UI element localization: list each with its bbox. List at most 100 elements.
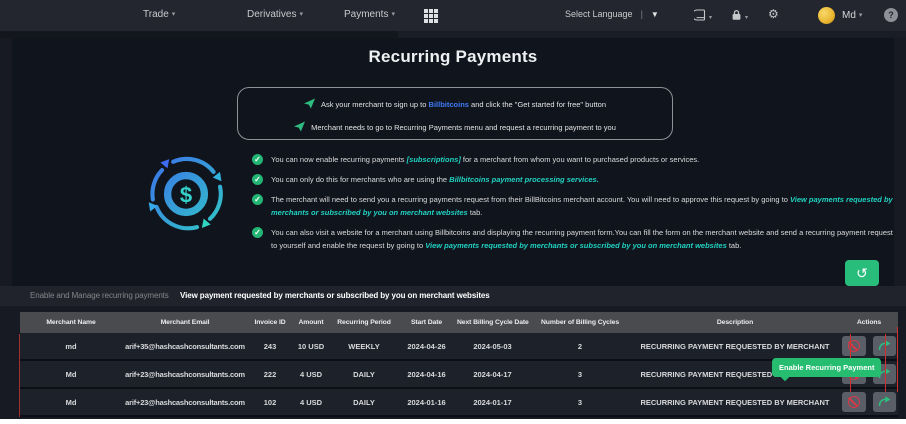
app-root: Trade ▾ Derivatives ▾ Payments ▾ Select Lan… — [0, 0, 906, 419]
col-recurring-period: Recurring Period — [330, 312, 398, 333]
cell-actions — [840, 333, 898, 361]
cell-start-date: 2024-04-16 — [398, 360, 455, 389]
tab-view-requested[interactable]: View payment requested by merchants or s… — [180, 291, 490, 300]
cell-next-billing-cycle-date: 2024-05-03 — [455, 333, 530, 361]
tab-enable-manage[interactable]: Enable and Manage recurring payments — [30, 291, 169, 300]
cell-number-of-billing-cycles: 3 — [530, 388, 630, 417]
cell-amount: 4 USD — [292, 360, 330, 389]
nav-item-label: Payments — [344, 9, 389, 20]
language-label: Select Language — [565, 9, 633, 19]
top-navbar: Trade ▾ Derivatives ▾ Payments ▾ Select Lan… — [0, 0, 906, 31]
bullet-item: ✓ You can now enable recurring payments … — [252, 153, 900, 166]
forward-arrow-icon — [878, 395, 891, 410]
cell-start-date: 2024-04-26 — [398, 333, 455, 361]
nav-item-trade[interactable]: Trade ▾ — [143, 9, 175, 20]
nav-item-label: Derivatives — [247, 9, 297, 20]
enable-recurring-tooltip: Enable Recurring Payment — [772, 358, 882, 382]
language-selector[interactable]: Select Language | ▼ — [565, 9, 659, 19]
security-menu-button[interactable]: ▾ — [731, 8, 748, 26]
cell-invoice-id: 222 — [248, 360, 292, 389]
svg-text:$: $ — [180, 182, 192, 207]
recurring-payments-panel: Recurring Payments Ask your merchant to … — [12, 38, 894, 286]
cell-invoice-id: 243 — [248, 333, 292, 361]
table-row: Md arif+23@hashcashconsultants.com 102 4… — [20, 388, 898, 417]
check-circle-icon: ✓ — [252, 154, 263, 165]
cell-merchant-name: Md — [20, 388, 122, 417]
red-artifact-line — [19, 334, 20, 417]
bullet-text: You can now enable recurring payments [s… — [271, 155, 700, 164]
cell-amount: 4 USD — [292, 388, 330, 417]
nav-item-label: Trade — [143, 9, 169, 20]
instruction-line: Ask your merchant to sign up to Billbitc… — [238, 98, 672, 111]
help-icon[interactable]: ? — [884, 8, 898, 22]
col-start-date: Start Date — [398, 312, 455, 333]
settings-gear-icon[interactable]: ⚙ — [768, 7, 779, 21]
instruction-line: Merchant needs to go to Recurring Paymen… — [238, 121, 672, 134]
bullet-text: You can only do this for merchants who a… — [271, 175, 599, 184]
no-entry-icon — [847, 396, 860, 408]
enable-recurring-button[interactable] — [872, 392, 896, 412]
tab-bar: Enable and Manage recurring payments Vie… — [0, 286, 906, 306]
table-header-row: Merchant Name Merchant Email Invoice ID … — [20, 312, 898, 333]
billbitcoins-link[interactable]: Billbitcoins — [429, 100, 469, 109]
send-plane-icon — [294, 121, 306, 134]
col-actions: Actions — [840, 312, 898, 333]
recurring-payments-table: Merchant Name Merchant Email Invoice ID … — [20, 312, 898, 417]
user-menu[interactable]: Md ▾ — [842, 10, 862, 21]
orders-menu-button[interactable]: ▾ — [691, 8, 712, 26]
cancel-recurring-button[interactable] — [842, 336, 866, 356]
chevron-down-icon: ▾ — [391, 11, 395, 18]
book-icon — [691, 8, 706, 26]
cell-merchant-name: Md — [20, 360, 122, 389]
chevron-down-icon: ▾ — [858, 12, 863, 19]
red-artifact-line — [885, 334, 886, 392]
user-name: Md — [842, 10, 856, 21]
divider: | — [640, 9, 643, 19]
lock-icon — [731, 8, 742, 26]
cell-recurring-period: WEEKLY — [330, 333, 398, 361]
cell-next-billing-cycle-date: 2024-04-17 — [455, 360, 530, 389]
history-refresh-button[interactable]: ↺ — [845, 260, 879, 286]
cell-amount: 10 USD — [292, 333, 330, 361]
chevron-down-icon: ▾ — [745, 14, 749, 21]
cell-next-billing-cycle-date: 2024-01-17 — [455, 388, 530, 417]
col-description: Description — [630, 312, 840, 333]
bullet-item: ✓ You can only do this for merchants who… — [252, 173, 900, 186]
cell-number-of-billing-cycles: 3 — [530, 360, 630, 389]
history-icon: ↺ — [856, 264, 868, 281]
col-invoice-id: Invoice ID — [248, 312, 292, 333]
user-avatar[interactable] — [818, 7, 835, 24]
cell-merchant-email: arif+35@hashcashconsultants.com — [122, 333, 248, 361]
subscriptions-emphasis: [subscriptions] — [406, 155, 461, 164]
col-number-of-billing-cycles: Number of Billing Cycles — [530, 312, 630, 333]
nav-item-derivatives[interactable]: Derivatives ▾ — [247, 9, 303, 20]
cell-merchant-email: arif+23@hashcashconsultants.com — [122, 360, 248, 389]
nav-item-payments[interactable]: Payments ▾ — [344, 9, 395, 20]
cancel-recurring-button[interactable] — [842, 392, 866, 412]
tooltip-text: Enable Recurring Payment — [779, 363, 875, 372]
red-artifact-line — [897, 327, 898, 392]
table-row: md arif+35@hashcashconsultants.com 243 1… — [20, 333, 898, 361]
bullet-list: ✓ You can now enable recurring payments … — [252, 153, 900, 259]
col-amount: Amount — [292, 312, 330, 333]
cell-merchant-email: arif+23@hashcashconsultants.com — [122, 388, 248, 417]
cell-description: RECURRING PAYMENT REQUESTED BY MERCHANT — [630, 333, 840, 361]
apps-grid-icon[interactable] — [424, 9, 438, 23]
recurring-dollar-icon: $ — [140, 148, 232, 245]
cell-recurring-period: DAILY — [330, 388, 398, 417]
billbitcoins-services-link[interactable]: Billbitcoins payment processing services… — [449, 175, 599, 184]
cell-number-of-billing-cycles: 2 — [530, 333, 630, 361]
bullet-item: ✓ The merchant will need to send you a r… — [252, 193, 900, 219]
bullet-item: ✓ You can also visit a website for a mer… — [252, 226, 900, 252]
send-plane-icon — [303, 98, 315, 111]
cell-actions — [840, 388, 898, 417]
col-next-billing-cycle-date: Next Billing Cycle Date — [455, 312, 530, 333]
col-merchant-email: Merchant Email — [122, 312, 248, 333]
page-title: Recurring Payments — [368, 47, 538, 66]
bullet-text: The merchant will need to send you a rec… — [271, 195, 893, 217]
view-payments-link[interactable]: View payments requested by merchants or … — [425, 241, 726, 250]
cell-start-date: 2024-01-16 — [398, 388, 455, 417]
chevron-down-icon: ▾ — [299, 11, 303, 18]
chevron-down-icon: ▾ — [171, 11, 176, 18]
sub-header-strip-left — [0, 31, 398, 38]
